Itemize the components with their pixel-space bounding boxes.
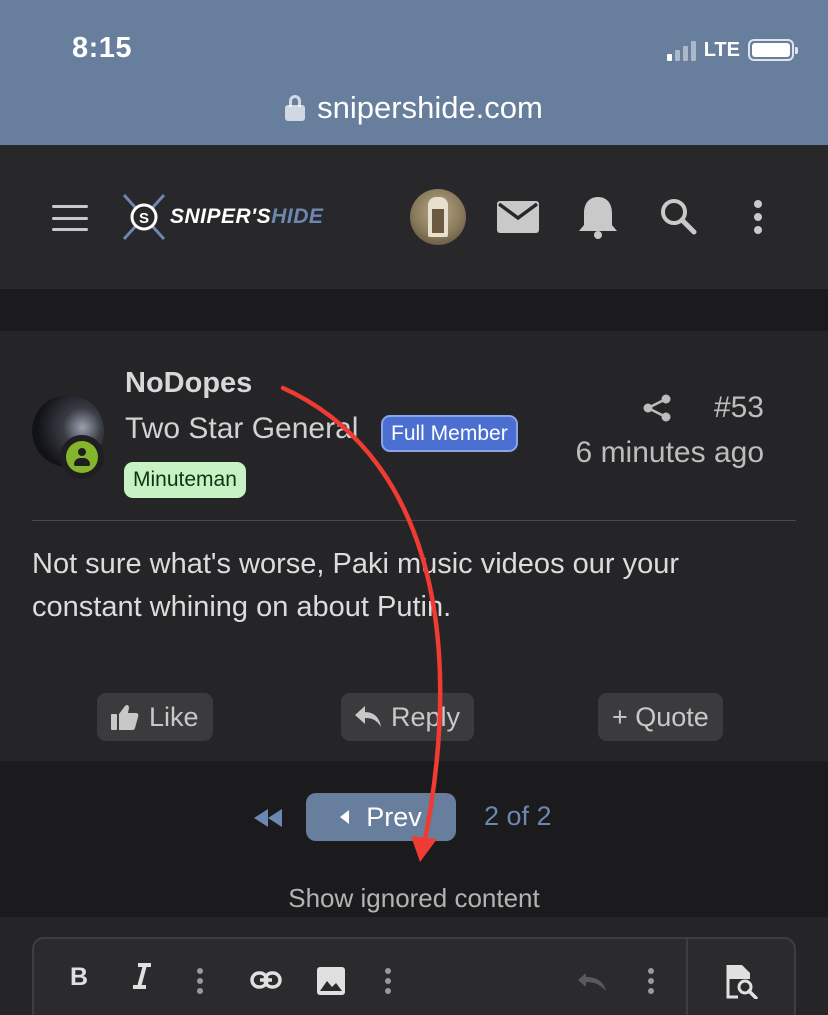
- bold-icon[interactable]: B: [68, 963, 90, 989]
- search-icon[interactable]: [659, 197, 697, 235]
- more-icon[interactable]: [384, 967, 392, 995]
- thumbs-up-icon: [111, 704, 139, 730]
- post-divider: [32, 520, 796, 521]
- quote-label: + Quote: [612, 701, 709, 732]
- bell-icon[interactable]: [578, 195, 618, 239]
- preview-icon[interactable]: [726, 965, 758, 999]
- status-indicators: LTE: [666, 38, 798, 62]
- show-ignored-content-link[interactable]: Show ignored content: [0, 883, 828, 914]
- logo-wordmark: SNIPER'SHIDE: [170, 205, 324, 228]
- undo-icon[interactable]: [576, 971, 608, 993]
- logo-crosshair-icon: S: [122, 193, 166, 241]
- site-logo[interactable]: S SNIPER'SHIDE: [122, 193, 362, 241]
- user-avatar[interactable]: [410, 189, 466, 245]
- post-timestamp[interactable]: 6 minutes ago: [576, 436, 764, 470]
- pagination: Prev 2 of 2 Show ignored content: [0, 761, 828, 917]
- status-time: 8:15: [72, 32, 133, 64]
- lock-icon: [285, 95, 306, 121]
- more-icon[interactable]: [196, 967, 204, 995]
- network-type: LTE: [703, 38, 740, 61]
- prev-label: Prev: [366, 801, 422, 832]
- prev-page-button[interactable]: Prev: [306, 793, 456, 841]
- like-label: Like: [149, 701, 199, 732]
- user-title: Two Star General: [125, 412, 359, 445]
- post-author-name[interactable]: NoDopes: [125, 367, 252, 400]
- editor-toolbar: B: [32, 937, 796, 1015]
- chevron-left-icon: [340, 810, 350, 824]
- group-badge: Minuteman: [124, 462, 246, 498]
- more-vertical-icon[interactable]: [752, 199, 764, 235]
- online-status-icon: [60, 435, 104, 479]
- quote-button[interactable]: + Quote: [598, 693, 723, 741]
- post-body-text: Not sure what's worse, Paki music videos…: [32, 548, 680, 623]
- mail-icon[interactable]: [497, 201, 539, 233]
- like-button[interactable]: Like: [97, 693, 213, 741]
- toolbar-separator: [686, 939, 688, 1015]
- reply-icon: [355, 706, 381, 727]
- site-header: S SNIPER'SHIDE: [0, 145, 828, 289]
- first-page-icon[interactable]: [254, 809, 282, 827]
- more-icon[interactable]: [647, 967, 655, 995]
- forum-post: NoDopes Two Star General Full Member Min…: [0, 331, 828, 761]
- menu-icon[interactable]: [52, 205, 88, 231]
- image-icon[interactable]: [317, 967, 345, 995]
- member-badge: Full Member: [381, 415, 518, 452]
- share-icon[interactable]: [642, 393, 672, 423]
- link-icon[interactable]: [250, 971, 282, 989]
- signal-strength-icon: [666, 39, 696, 61]
- url-text[interactable]: snipershide.com: [317, 90, 543, 126]
- browser-top-bar: 8:15 LTE snipershide.com: [0, 0, 828, 145]
- post-number-link[interactable]: #53: [714, 391, 764, 425]
- battery-icon: [748, 39, 798, 61]
- separator-band: [0, 289, 828, 331]
- reply-button[interactable]: Reply: [341, 693, 475, 741]
- address-bar[interactable]: snipershide.com: [0, 88, 828, 128]
- italic-icon[interactable]: [131, 963, 153, 989]
- svg-text:B: B: [70, 963, 88, 989]
- svg-text:S: S: [139, 210, 149, 227]
- page-indicator[interactable]: 2 of 2: [484, 801, 552, 832]
- reply-label: Reply: [391, 701, 461, 732]
